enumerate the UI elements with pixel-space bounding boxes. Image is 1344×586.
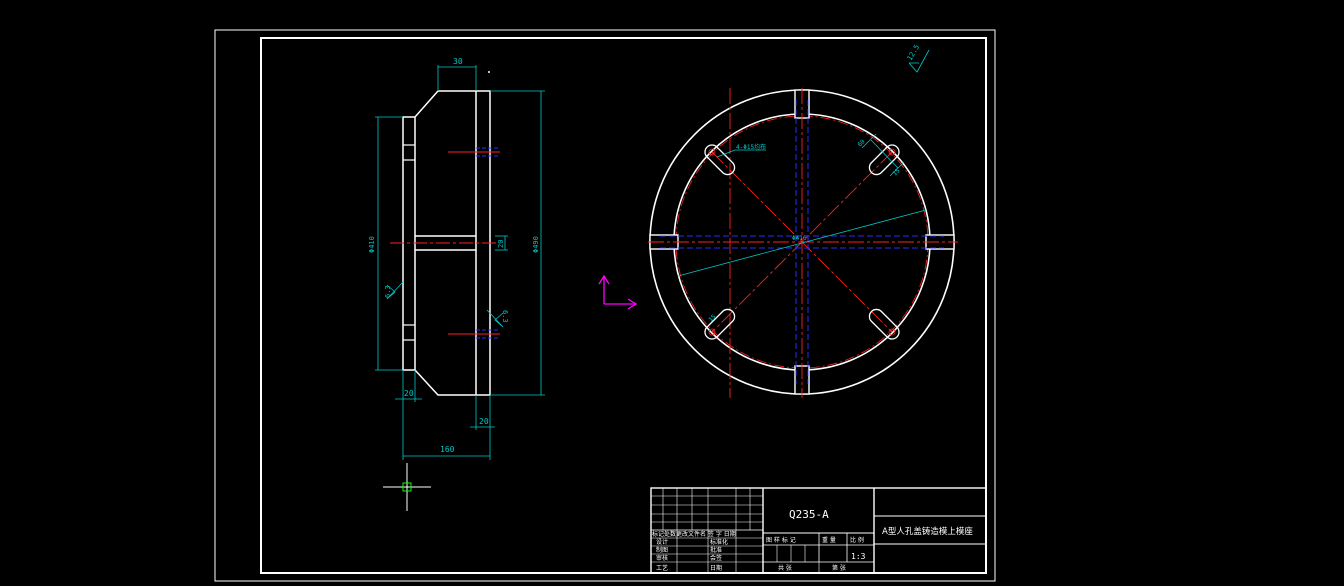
role-process: 工艺 <box>656 564 668 572</box>
dim-slot-c: 15 <box>707 313 717 323</box>
title-material: Q235-A <box>789 508 829 521</box>
role-approve: 批准 <box>710 546 722 554</box>
role-design: 设计 <box>656 538 668 546</box>
title-sheet-no: 第 张 <box>832 564 846 572</box>
title-col-stage: 图 样 标 记 <box>766 536 796 544</box>
dim-outer-diameter: Φ490 <box>532 236 540 253</box>
dim-slot-a: 60 <box>856 138 866 148</box>
sheet-inner-border <box>260 37 987 574</box>
plan-view: Φ416 4-Φ15均布 60 15 15 <box>648 88 958 398</box>
dim-flange-right: 20 <box>479 417 489 426</box>
role-draw: 制图 <box>656 546 668 554</box>
roughness-top: 12.5 <box>906 43 921 62</box>
title-col-scale: 比 例 <box>850 536 864 544</box>
roughness-left: 6.3 <box>384 285 392 298</box>
hole-callout: 4-Φ15均布 <box>736 143 766 151</box>
dim-pcd: Φ416 <box>792 235 807 242</box>
title-header-row: 标记处数更改文件名 签 字 日期 <box>652 530 736 538</box>
dim-top-width: 30 <box>453 57 463 66</box>
dim-inner-diameter: Φ410 <box>368 236 376 253</box>
role-date: 日期 <box>710 564 722 572</box>
crosshair-cursor-icon <box>383 463 431 511</box>
cad-drawing: 30 Φ410 Φ490 20 20 20 160 6.3 6.3 Φ416 4… <box>214 29 996 582</box>
roughness-right: 6.3 <box>501 310 509 323</box>
sheet-outer-border <box>214 29 996 582</box>
role-countersign: 会签 <box>710 554 722 562</box>
title-drawing-name: A型人孔盖铸造模上模座 <box>882 526 973 537</box>
dim-total-width: 160 <box>440 445 455 454</box>
dim-slot-b: 15 <box>891 167 901 177</box>
dim-rib-thickness: 20 <box>497 240 505 248</box>
role-standard: 标准化 <box>710 538 728 546</box>
side-view: 30 Φ410 Φ490 20 20 20 160 6.3 6.3 <box>368 57 545 460</box>
title-scale: 1:3 <box>851 552 866 561</box>
ucs-icon <box>598 274 638 310</box>
title-sheets: 共 张 <box>778 564 792 572</box>
role-check: 审核 <box>656 554 668 562</box>
dim-flange-left: 20 <box>404 389 414 398</box>
title-col-weight: 重 量 <box>822 536 836 544</box>
